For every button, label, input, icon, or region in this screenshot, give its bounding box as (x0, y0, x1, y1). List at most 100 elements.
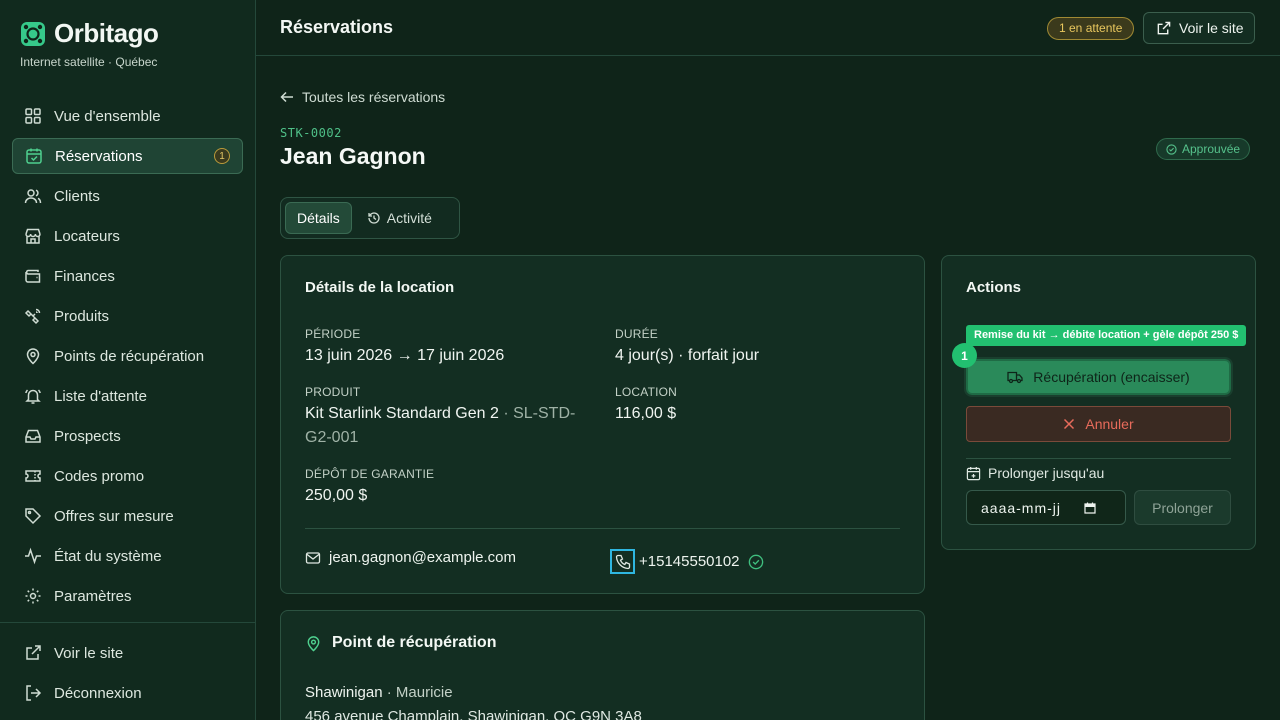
sidebar-divider (0, 622, 255, 623)
actions-divider (966, 458, 1231, 459)
truck-icon (1007, 371, 1023, 384)
cancel-button[interactable]: Annuler (966, 406, 1231, 442)
map-pin-icon (26, 348, 40, 365)
brand-tagline: Internet satellite · Québec (20, 55, 158, 69)
activity-pulse-icon (25, 547, 41, 565)
sidebar-item-overview[interactable]: Vue d'ensemble (12, 98, 243, 134)
page-title: Réservations (280, 17, 394, 37)
duration-label: DURÉE (615, 327, 659, 341)
sidebar-item-label: Points de récupération (54, 347, 205, 365)
logout-icon (26, 685, 42, 701)
sidebar-item-products[interactable]: Produits (12, 298, 243, 334)
rental-label: LOCATION (615, 385, 678, 399)
sidebar-item-label: Liste d'attente (54, 387, 147, 405)
extend-label-text: Prolonger jusqu'au (988, 465, 1105, 481)
status-badge: Approuvée (1156, 138, 1251, 160)
close-icon (1064, 418, 1075, 430)
card-title: Détails de la location (305, 279, 455, 296)
extend-button[interactable]: Prolonger (1134, 490, 1231, 525)
pickup-city: Shawinigan · Mauricie (305, 684, 453, 701)
pending-badge[interactable]: 1 en attente (1047, 17, 1135, 40)
date-placeholder: aaaa-mm-jj (981, 499, 1062, 516)
back-to-reservations-link[interactable]: Toutes les réservations (280, 89, 445, 105)
history-icon (368, 212, 380, 224)
phone-icon[interactable] (610, 549, 635, 574)
calendar-check-icon (26, 148, 42, 164)
step-marker: 1 (952, 343, 977, 368)
sidebar-item-label: Clients (54, 187, 100, 205)
sidebar-item-settings[interactable]: Paramètres (12, 578, 243, 614)
pickup-region: · Mauricie (382, 684, 453, 701)
sidebar-item-waitlist[interactable]: Liste d'attente (12, 378, 243, 414)
calendar-icon[interactable] (1083, 501, 1097, 515)
gear-icon (25, 588, 41, 604)
actions-card: Actions Remise du kit → débite location … (941, 255, 1256, 550)
pickup-button-label: Récupération (encaisser) (1033, 369, 1190, 385)
tab-details[interactable]: Détails (285, 202, 352, 234)
sidebar-item-label: Locateurs (54, 227, 120, 245)
map-pin-icon (307, 635, 320, 652)
email-text: jean.gagnon@example.com (329, 549, 517, 566)
sidebar-item-label: Déconnexion (54, 684, 142, 702)
calendar-plus-icon (966, 466, 981, 480)
brand[interactable]: Orbitago (20, 18, 159, 49)
client-phone[interactable]: +15145550102 (610, 549, 764, 574)
client-email[interactable]: jean.gagnon@example.com (305, 549, 516, 566)
back-link-label: Toutes les réservations (302, 89, 446, 105)
sidebar-item-reservations[interactable]: Réservations 1 (12, 138, 243, 174)
wallet-icon (25, 269, 41, 283)
pickup-title-text: Point de récupération (332, 634, 497, 651)
verified-check-icon (748, 554, 763, 569)
sidebar-nav: Vue d'ensemble Réservations 1 Clients Lo… (12, 98, 243, 618)
sidebar-item-label: Codes promo (54, 467, 145, 485)
pickup-address: 456 avenue Champlain, Shawinigan, QC G9N… (305, 708, 642, 720)
sidebar-item-label: État du système (54, 547, 162, 565)
sidebar-item-label: Produits (54, 307, 110, 325)
sidebar-item-label: Prospects (54, 427, 121, 445)
external-link-icon (26, 645, 41, 660)
extend-label: Prolonger jusqu'au (966, 465, 1104, 481)
sidebar-item-label: Finances (54, 267, 115, 285)
sidebar-item-view-site[interactable]: Voir le site (12, 635, 243, 671)
tab-activity-label: Activité (386, 210, 432, 226)
sidebar: Orbitago Internet satellite · Québec Vue… (0, 0, 256, 720)
sidebar-item-label: Offres sur mesure (54, 507, 174, 525)
sidebar-item-lessors[interactable]: Locateurs (12, 218, 243, 254)
sidebar-item-system-status[interactable]: État du système (12, 538, 243, 574)
brand-name: Orbitago (54, 18, 159, 48)
product-value: Kit Starlink Standard Gen 2 · SL-STD-G2-… (305, 402, 595, 450)
satellite-icon (24, 308, 41, 325)
view-site-button[interactable]: Voir le site (1143, 12, 1255, 44)
bell-icon (25, 389, 41, 404)
client-name: Jean Gagnon (280, 143, 426, 169)
check-circle-icon (1166, 143, 1177, 155)
view-site-label: Voir le site (1179, 20, 1244, 36)
product-name: Kit Starlink Standard Gen 2 (305, 405, 499, 422)
pickup-title: Point de récupération (305, 634, 496, 652)
rental-value: 116,00 $ (615, 405, 677, 422)
details-divider (305, 528, 900, 529)
external-link-icon (1157, 21, 1171, 34)
reservation-tabs: Détails Activité (280, 197, 460, 239)
sidebar-item-finances[interactable]: Finances (12, 258, 243, 294)
sidebar-item-pickup-points[interactable]: Points de récupération (12, 338, 243, 374)
inbox-icon (25, 429, 41, 443)
tag-icon (25, 508, 42, 525)
store-icon (25, 228, 41, 244)
sidebar-item-clients[interactable]: Clients (12, 178, 243, 214)
deposit-label: DÉPÔT DE GARANTIE (305, 467, 435, 481)
extend-date-input[interactable]: aaaa-mm-jj (966, 490, 1126, 525)
sidebar-item-prospects[interactable]: Prospects (12, 418, 243, 454)
tab-activity[interactable]: Activité (356, 202, 443, 234)
reservations-count-badge: 1 (214, 148, 230, 164)
mail-icon (305, 551, 321, 564)
phone-text: +15145550102 (639, 553, 740, 570)
dashboard-grid-icon (25, 108, 41, 124)
sidebar-item-custom-offers[interactable]: Offres sur mesure (12, 498, 243, 534)
pickup-collect-button[interactable]: Récupération (encaisser) (964, 357, 1233, 397)
deposit-value: 250,00 $ (305, 487, 368, 504)
sidebar-item-promo-codes[interactable]: Codes promo (12, 458, 243, 494)
sidebar-item-logout[interactable]: Déconnexion (12, 675, 243, 711)
ticket-icon (25, 470, 41, 482)
pickup-city-name: Shawinigan (305, 684, 383, 701)
